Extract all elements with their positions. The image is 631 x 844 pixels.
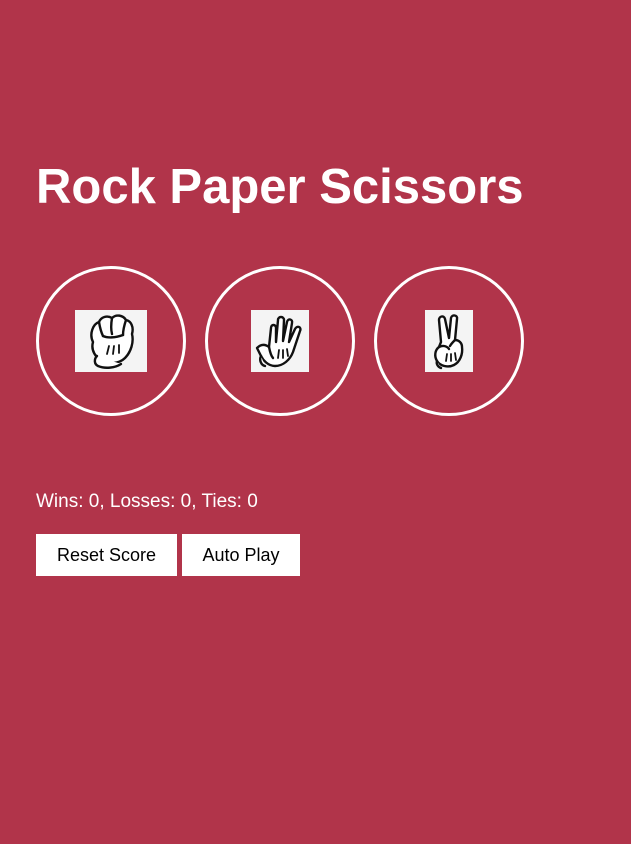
reset-score-button[interactable]: Reset Score xyxy=(36,534,177,576)
scissors-hand-icon xyxy=(425,310,473,372)
page-title: Rock Paper Scissors xyxy=(36,160,524,214)
paper-hand-icon xyxy=(251,310,309,372)
score-text: Wins: 0, Losses: 0, Ties: 0 xyxy=(36,491,258,512)
move-buttons xyxy=(36,266,524,416)
control-buttons: Reset Score Auto Play xyxy=(36,534,300,576)
rock-hand-icon xyxy=(75,310,147,372)
paper-button[interactable] xyxy=(205,266,355,416)
rock-button[interactable] xyxy=(36,266,186,416)
auto-play-button[interactable]: Auto Play xyxy=(182,534,300,576)
page: { "app": { "title": "Rock Paper Scissors… xyxy=(0,0,631,844)
scissors-button[interactable] xyxy=(374,266,524,416)
